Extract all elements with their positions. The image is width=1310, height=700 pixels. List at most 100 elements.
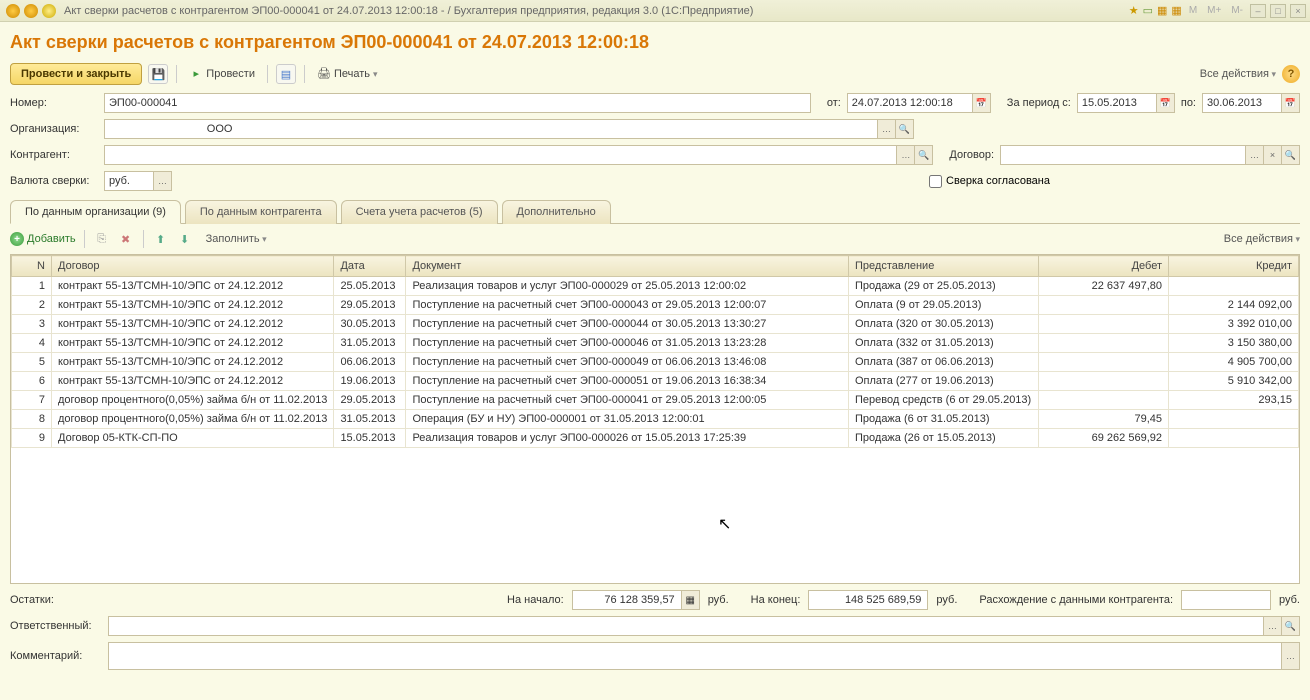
calendar-icon[interactable]: 📅 (973, 93, 991, 113)
print-button[interactable]: 🖨Печать (313, 65, 382, 83)
cell-contract: договор процентного(0,05%) займа б/н от … (52, 391, 334, 410)
select-icon[interactable]: … (1246, 145, 1264, 165)
table-row[interactable]: 4контракт 55-13/ТСМН-10/ЭПС от 24.12.201… (12, 334, 1299, 353)
cell-contract: договор процентного(0,05%) займа б/н от … (52, 410, 334, 429)
table-header-row: N Договор Дата Документ Представление Де… (12, 256, 1299, 277)
memory-mplus[interactable]: M+ (1204, 5, 1224, 16)
cell-date: 15.05.2013 (334, 429, 406, 448)
date-from-input[interactable] (847, 93, 973, 113)
delete-icon[interactable]: ✖ (117, 230, 135, 248)
col-representation[interactable]: Представление (849, 256, 1039, 277)
move-up-icon[interactable]: ⬆ (152, 230, 170, 248)
org-input[interactable] (104, 119, 878, 139)
table-row[interactable]: 9Договор 05-КТК-СП-ПО15.05.2013Реализаци… (12, 429, 1299, 448)
select-icon[interactable]: … (1264, 616, 1282, 636)
table-row[interactable]: 2контракт 55-13/ТСМН-10/ЭПС от 24.12.201… (12, 296, 1299, 315)
cell-contract: контракт 55-13/ТСМН-10/ЭПС от 24.12.2012 (52, 296, 334, 315)
table-row[interactable]: 5контракт 55-13/ТСМН-10/ЭПС от 24.12.201… (12, 353, 1299, 372)
number-input[interactable] (104, 93, 811, 113)
agreed-checkbox[interactable] (929, 175, 942, 188)
cell-document: Поступление на расчетный счет ЭП00-00004… (406, 315, 849, 334)
calendar-icon[interactable]: 📅 (1157, 93, 1175, 113)
nav-back-icon[interactable] (24, 4, 38, 18)
end-value[interactable]: 148 525 689,59 (808, 590, 928, 610)
search-icon[interactable]: 🔍 (896, 119, 914, 139)
post-and-close-button[interactable]: Провести и закрыть (10, 63, 142, 85)
fill-button[interactable]: Заполнить (206, 233, 267, 245)
move-down-icon[interactable]: ⬇ (176, 230, 194, 248)
select-icon[interactable]: … (1282, 642, 1300, 670)
col-debit[interactable]: Дебет (1039, 256, 1169, 277)
tab-additional[interactable]: Дополнительно (502, 200, 611, 224)
post-button[interactable]: ▸Провести (185, 65, 259, 83)
number-label: Номер: (10, 97, 100, 109)
cell-debit (1039, 296, 1169, 315)
star-icon[interactable]: ★ (1129, 4, 1139, 17)
minimize-button[interactable]: – (1250, 4, 1266, 18)
col-document[interactable]: Документ (406, 256, 849, 277)
save-icon[interactable]: 💾 (148, 64, 168, 84)
note-icon[interactable]: ▭ (1143, 4, 1153, 17)
data-table: N Договор Дата Документ Представление Де… (11, 255, 1299, 448)
search-icon[interactable]: 🔍 (915, 145, 933, 165)
cell-contract: контракт 55-13/ТСМН-10/ЭПС от 24.12.2012 (52, 372, 334, 391)
memory-mminus[interactable]: M- (1228, 5, 1246, 16)
table-row[interactable]: 6контракт 55-13/ТСМН-10/ЭПС от 24.12.201… (12, 372, 1299, 391)
period-from-input[interactable] (1077, 93, 1157, 113)
cell-credit: 2 144 092,00 (1169, 296, 1299, 315)
maximize-button[interactable]: □ (1270, 4, 1286, 18)
help-icon[interactable]: ? (1282, 65, 1300, 83)
cell-document: Поступление на расчетный счет ЭП00-00004… (406, 296, 849, 315)
calc-toolbar-icon[interactable]: ▦ (1157, 4, 1167, 17)
table-all-actions[interactable]: Все действия (1224, 233, 1300, 245)
all-actions-menu[interactable]: Все действия (1200, 68, 1276, 80)
cell-n: 6 (12, 372, 52, 391)
comment-label: Комментарий: (10, 650, 100, 662)
calendar-icon[interactable]: 📅 (1282, 93, 1300, 113)
favorite-icon[interactable] (42, 4, 56, 18)
counterparty-input[interactable] (104, 145, 897, 165)
col-credit[interactable]: Кредит (1169, 256, 1299, 277)
clear-icon[interactable]: × (1264, 145, 1282, 165)
app-icon (6, 4, 20, 18)
table-row[interactable]: 7договор процентного(0,05%) займа б/н от… (12, 391, 1299, 410)
table-row[interactable]: 3контракт 55-13/ТСМН-10/ЭПС от 24.12.201… (12, 315, 1299, 334)
contract-label: Договор: (949, 149, 994, 161)
currency-input[interactable] (104, 171, 154, 191)
comment-input[interactable] (108, 642, 1282, 670)
col-date[interactable]: Дата (334, 256, 406, 277)
cell-debit: 69 262 569,92 (1039, 429, 1169, 448)
calendar-toolbar-icon[interactable]: ▦ (1171, 4, 1181, 17)
tab-accounts[interactable]: Счета учета расчетов (5) (341, 200, 498, 224)
memory-m[interactable]: M (1186, 5, 1200, 16)
tab-org-data[interactable]: По данным организации (9) (10, 200, 181, 224)
add-button[interactable]: +Добавить (10, 232, 76, 246)
close-button[interactable]: × (1290, 4, 1306, 18)
table-row[interactable]: 1контракт 55-13/ТСМН-10/ЭПС от 24.12.201… (12, 277, 1299, 296)
cell-date: 31.05.2013 (334, 410, 406, 429)
period-to-input[interactable] (1202, 93, 1282, 113)
report-icon[interactable]: ▤ (276, 64, 296, 84)
cell-representation: Оплата (332 от 31.05.2013) (849, 334, 1039, 353)
search-icon[interactable]: 🔍 (1282, 145, 1300, 165)
search-icon[interactable]: 🔍 (1282, 616, 1300, 636)
contract-input[interactable] (1000, 145, 1246, 165)
col-contract[interactable]: Договор (52, 256, 334, 277)
responsible-input[interactable] (108, 616, 1264, 636)
table-row[interactable]: 8договор процентного(0,05%) займа б/н от… (12, 410, 1299, 429)
cell-debit (1039, 391, 1169, 410)
diff-value[interactable] (1181, 590, 1271, 610)
cell-debit (1039, 353, 1169, 372)
print-label: Печать (334, 68, 370, 80)
col-n[interactable]: N (12, 256, 52, 277)
copy-icon[interactable]: ⎘ (93, 230, 111, 248)
diff-label: Расхождение с данными контрагента: (979, 594, 1173, 606)
calc-icon[interactable]: ▦ (682, 590, 700, 610)
rub-label: руб. (708, 594, 729, 606)
select-icon[interactable]: … (897, 145, 915, 165)
start-value[interactable]: 76 128 359,57 (572, 590, 682, 610)
table-container[interactable]: N Договор Дата Документ Представление Де… (10, 254, 1300, 584)
select-icon[interactable]: … (154, 171, 172, 191)
select-icon[interactable]: … (878, 119, 896, 139)
tab-counterparty-data[interactable]: По данным контрагента (185, 200, 337, 224)
